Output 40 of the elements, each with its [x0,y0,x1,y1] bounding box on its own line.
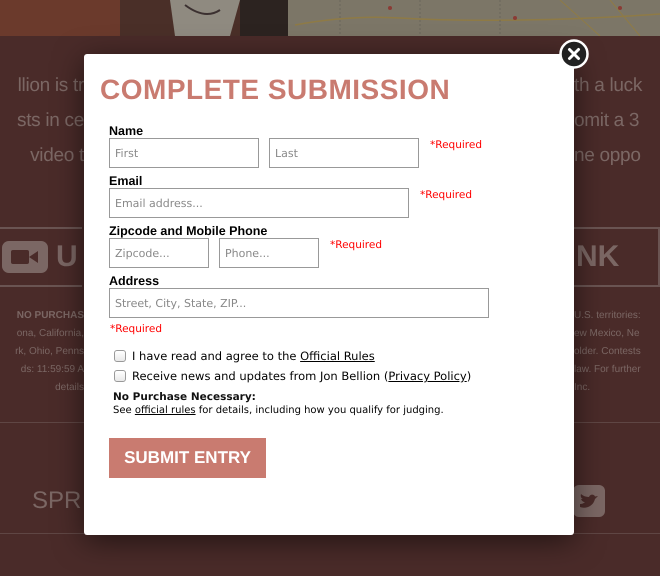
fine-print-text: law. For further [574,363,641,377]
policy-link[interactable]: Privacy Policy [388,369,467,383]
fine-print-text: rk, Ohio, Penns [15,345,84,359]
headline-text: sts in ce [17,109,84,133]
headline-text: ne oppo [574,144,641,168]
text-field[interactable]: Zipcode... [109,238,209,268]
field-label: Zipcode and Mobile Phone [109,224,268,238]
checkbox-label: Receive news and updates from Jon Bellion (Privacy Policy) [132,369,472,383]
policy-link[interactable]: Official Rules [300,349,375,363]
required-note: *Required [430,138,482,152]
text-field[interactable]: Last [269,138,419,168]
share-text: U [56,240,78,274]
fine-print-text: NO PURCHAS [16,309,84,323]
share-text: NK [576,240,620,274]
video-camera-icon [2,241,48,273]
bird-icon[interactable] [573,485,605,517]
dialog-title: COMPLETE SUBMISSION [100,73,450,107]
fine-print-text: ona, California, [16,327,84,341]
footer-text: SPR [32,487,82,515]
notice-text: See official rules for details, including how you qualify for judging. [113,404,444,418]
checkbox-label: I have read and agree to the Official Rules [132,349,375,363]
close-button[interactable] [559,39,589,69]
headline-text: omit a 3 [574,109,640,133]
field-label: Name [109,124,144,138]
field-label: Address [109,274,160,288]
text-field[interactable]: Phone... [219,238,319,268]
fine-print-text: older. Contests [574,345,641,359]
checkbox[interactable] [114,350,126,362]
fine-print-text: U.S. territories: [574,309,641,323]
text-field[interactable]: Email address... [109,188,409,218]
required-note: *Required [420,188,472,202]
required-note: *Required [330,238,382,252]
fine-print-text: details [55,381,84,395]
checkbox[interactable] [114,370,126,382]
required-note: *Required [110,322,162,336]
rules-link[interactable]: official rules [134,405,196,416]
text-field[interactable]: First [109,138,259,168]
text-field[interactable]: Street, City, State, ZIP... [109,288,489,318]
notice-heading: No Purchase Necessary: [113,390,256,404]
field-label: Email [109,174,142,188]
